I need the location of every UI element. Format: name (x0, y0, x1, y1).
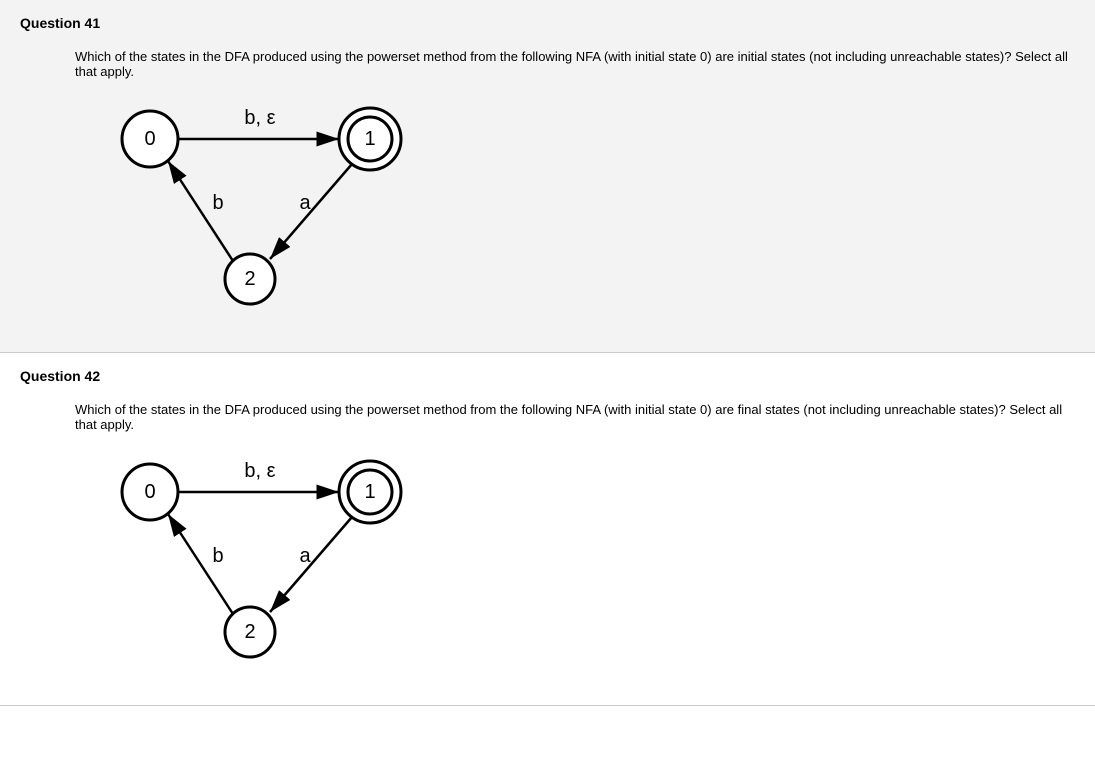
question-41-block: Question 41 Which of the states in the D… (0, 0, 1095, 353)
edge-1-2-label: a (299, 545, 311, 567)
edge-1-2-label: a (299, 192, 311, 214)
question-41-nfa-diagram: 0 1 2 b, ε a b (90, 99, 1075, 322)
question-41-title: Question 41 (20, 15, 1075, 31)
question-42-nfa-diagram: 0 1 2 b, ε a b (90, 452, 1075, 675)
node-0-label: 0 (144, 128, 155, 150)
edge-2-0-label: b (212, 192, 223, 214)
node-1-label: 1 (364, 481, 375, 503)
edge-0-1-label: b, ε (244, 460, 275, 482)
node-1-label: 1 (364, 128, 375, 150)
edge-0-1-label: b, ε (244, 107, 275, 129)
node-0-label: 0 (144, 481, 155, 503)
node-2-label: 2 (244, 268, 255, 290)
question-42-block: Question 42 Which of the states in the D… (0, 353, 1095, 706)
question-42-title: Question 42 (20, 368, 1075, 384)
question-41-prompt: Which of the states in the DFA produced … (75, 49, 1075, 79)
node-2-label: 2 (244, 621, 255, 643)
question-42-prompt: Which of the states in the DFA produced … (75, 402, 1075, 432)
nfa-svg: 0 1 2 b, ε a b (90, 99, 450, 319)
edge-2-0-label: b (212, 545, 223, 567)
nfa-svg: 0 1 2 b, ε a b (90, 452, 450, 672)
